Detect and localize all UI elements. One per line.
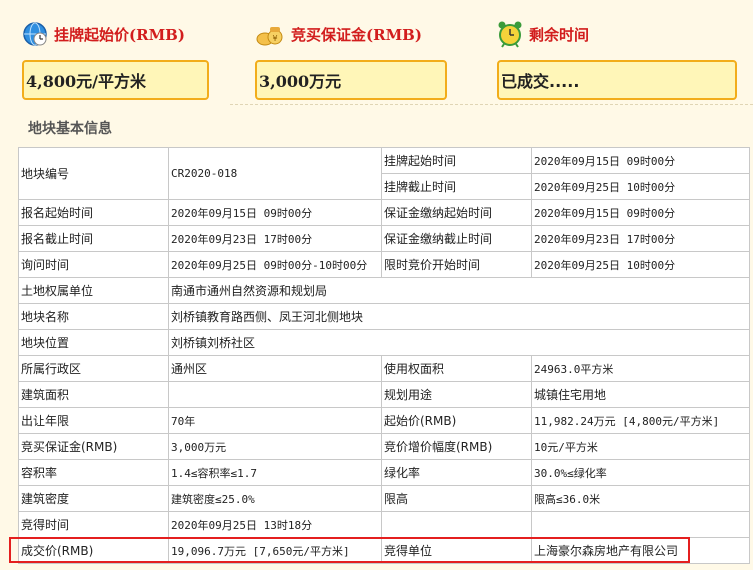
svg-text:¥: ¥ [272,34,277,43]
key-cell: 使用权面积 [381,355,532,382]
value-cell: 通州区 [168,355,382,382]
key-cell: 规划用途 [381,381,532,408]
alarm-clock-icon [497,20,523,48]
key-cell: 地块编号 [18,147,169,200]
key-cell: 竞得单位 [381,537,532,564]
remaining-block: 剩余时间 已成交..... [497,14,737,100]
key-cell [381,511,532,538]
table-row-deal: 成交价(RMB) 19,096.7万元 [7,650元/平方米] 竞得单位 上海… [18,537,750,564]
clock-globe-icon [22,21,48,47]
value-cell: 上海豪尔森房地产有限公司 [531,537,750,564]
value-cell: 30.0%≤绿化率 [531,459,750,486]
value-cell: 刘桥镇教育路西侧、凤王河北侧地块 [168,303,750,330]
key-cell: 挂牌截止时间 [381,173,532,200]
start-price-value: 4,800元/平方米 [22,60,209,100]
key-cell: 起始价(RMB) [381,407,532,434]
key-cell: 挂牌起始时间 [381,147,532,174]
value-cell: 3,000万元 [168,433,382,460]
parcel-info-table: 地块编号 CR2020-018 挂牌起始时间 2020年09月15日 09时00… [18,147,750,564]
key-cell: 保证金缴纳起始时间 [381,199,532,226]
remaining-value: 已成交..... [497,60,737,100]
value-cell: 2020年09月15日 09时00分 [531,147,750,174]
value-cell: 刘桥镇刘桥社区 [168,329,750,356]
table-row: 地块名称 刘桥镇教育路西侧、凤王河北侧地块 [18,303,750,330]
value-cell: 南通市通州自然资源和规划局 [168,277,750,304]
key-cell: 报名截止时间 [18,225,169,252]
key-cell: 成交价(RMB) [18,537,169,564]
value-cell [531,511,750,538]
table-row: 所属行政区 通州区 使用权面积 24963.0平方米 [18,355,750,382]
remaining-label: 剩余时间 [529,25,590,44]
value-cell: 1.4≤容积率≤1.7 [168,459,382,486]
table-row: 出让年限 70年 起始价(RMB) 11,982.24万元 [4,800元/平方… [18,407,750,434]
value-cell: 2020年09月15日 09时00分 [531,199,750,226]
value-cell: 10元/平方米 [531,433,750,460]
value-cell: 2020年09月25日 10时00分 [531,251,750,278]
key-cell: 报名起始时间 [18,199,169,226]
start-price-block: 挂牌起始价(RMB) 4,800元/平方米 [22,14,209,100]
value-cell [168,381,382,408]
value-cell: 19,096.7万元 [7,650元/平方米] [168,537,382,564]
value-cell: 2020年09月25日 09时00分-10时00分 [168,251,382,278]
key-cell: 建筑密度 [18,485,169,512]
start-price-title: 挂牌起始价(RMB) [22,14,185,54]
value-cell: CR2020-018 [168,147,382,200]
key-cell: 竞价增价幅度(RMB) [381,433,532,460]
start-price-label: 挂牌起始价(RMB) [54,25,185,44]
table-row: 竞得时间 2020年09月25日 13时18分 [18,511,750,538]
key-cell: 绿化率 [381,459,532,486]
value-cell: 2020年09月25日 13时18分 [168,511,382,538]
table-row: 报名起始时间 2020年09月15日 09时00分 保证金缴纳起始时间 2020… [18,199,750,226]
table-row: 地块编号 CR2020-018 挂牌起始时间 2020年09月15日 09时00… [18,147,750,200]
key-cell: 地块名称 [18,303,169,330]
key-cell: 所属行政区 [18,355,169,382]
value-cell: 2020年09月23日 17时00分 [168,225,382,252]
key-cell: 竞得时间 [18,511,169,538]
value-cell: 限高≤36.0米 [531,485,750,512]
value-cell: 24963.0平方米 [531,355,750,382]
table-row: 报名截止时间 2020年09月23日 17时00分 保证金缴纳截止时间 2020… [18,225,750,252]
value-cell: 2020年09月15日 09时00分 [168,199,382,226]
key-cell: 容积率 [18,459,169,486]
key-cell: 限时竞价开始时间 [381,251,532,278]
table-row: 建筑面积 规划用途 城镇住宅用地 [18,381,750,408]
divider [230,104,753,105]
value-cell: 11,982.24万元 [4,800元/平方米] [531,407,750,434]
deposit-value: 3,000万元 [255,60,447,100]
key-cell: 出让年限 [18,407,169,434]
value-cell: 城镇住宅用地 [531,381,750,408]
key-cell: 建筑面积 [18,381,169,408]
deposit-label: 竞买保证金(RMB) [291,25,422,44]
table-row: 竞买保证金(RMB) 3,000万元 竞价增价幅度(RMB) 10元/平方米 [18,433,750,460]
value-cell: 建筑密度≤25.0% [168,485,382,512]
key-cell: 限高 [381,485,532,512]
key-cell: 保证金缴纳截止时间 [381,225,532,252]
value-cell: 2020年09月23日 17时00分 [531,225,750,252]
key-cell: 询问时间 [18,251,169,278]
table-row: 容积率 1.4≤容积率≤1.7 绿化率 30.0%≤绿化率 [18,459,750,486]
value-cell: 70年 [168,407,382,434]
key-cell: 竞买保证金(RMB) [18,433,169,460]
key-cell: 土地权属单位 [18,277,169,304]
section-title: 地块基本信息 [28,121,112,137]
remaining-title: 剩余时间 [497,14,589,54]
deposit-title: ¥ 竞买保证金(RMB) [255,14,422,54]
table-row: 土地权属单位 南通市通州自然资源和规划局 [18,277,750,304]
value-cell: 2020年09月25日 10时00分 [531,173,750,200]
header-bar: 挂牌起始价(RMB) 4,800元/平方米 ¥ 竞买保证金(RMB) 3,000… [0,0,753,108]
deposit-block: ¥ 竞买保证金(RMB) 3,000万元 [255,14,447,100]
table-row: 询问时间 2020年09月25日 09时00分-10时00分 限时竞价开始时间 … [18,251,750,278]
table-row: 建筑密度 建筑密度≤25.0% 限高 限高≤36.0米 [18,485,750,512]
table-row: 地块位置 刘桥镇刘桥社区 [18,329,750,356]
money-bag-icon: ¥ [255,21,285,47]
key-cell: 地块位置 [18,329,169,356]
